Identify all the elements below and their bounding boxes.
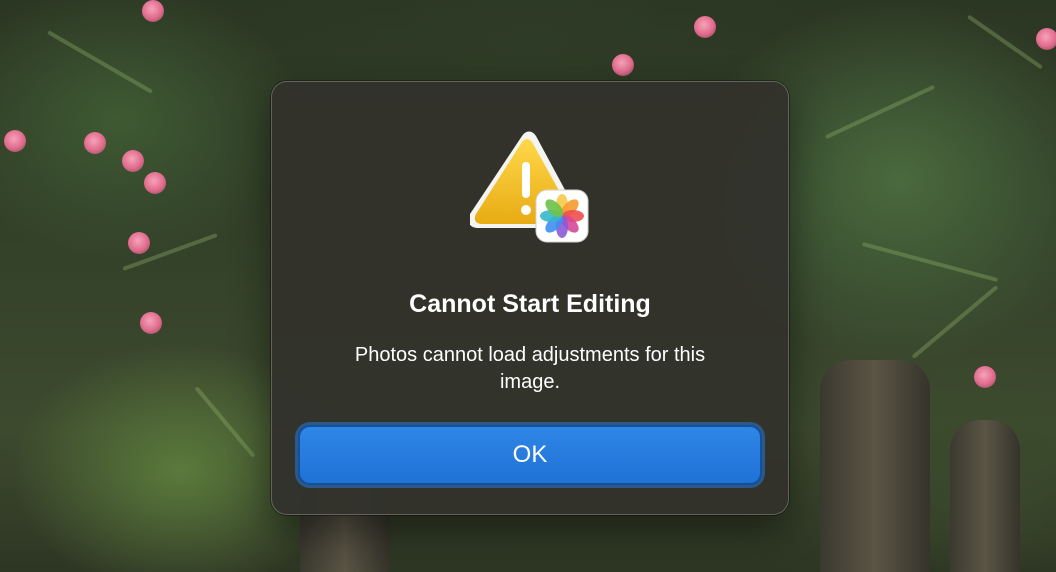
alert-dialog: Cannot Start Editing Photos cannot load … xyxy=(271,81,789,515)
pink-flower xyxy=(144,172,166,194)
pink-flower xyxy=(140,312,162,334)
leaf xyxy=(47,30,153,94)
pink-flower xyxy=(4,130,26,152)
dialog-title: Cannot Start Editing xyxy=(409,290,651,318)
pink-flower xyxy=(128,232,150,254)
ok-button[interactable]: OK xyxy=(298,425,762,485)
tree-trunk xyxy=(820,360,930,572)
warning-triangle-with-photos-icon xyxy=(470,131,589,243)
pink-flower xyxy=(974,366,996,388)
pink-flower xyxy=(122,150,144,172)
pink-flower xyxy=(142,0,164,22)
pink-flower xyxy=(84,132,106,154)
leaf xyxy=(911,285,999,359)
pink-flower xyxy=(612,54,634,76)
leaf xyxy=(194,386,256,458)
pink-flower xyxy=(1036,28,1056,50)
pink-flower xyxy=(694,16,716,38)
dialog-message: Photos cannot load adjustments for this … xyxy=(354,344,706,393)
leaf xyxy=(861,241,999,283)
leaf xyxy=(966,14,1044,70)
tree-trunk xyxy=(950,420,1020,572)
leaf xyxy=(824,84,936,140)
